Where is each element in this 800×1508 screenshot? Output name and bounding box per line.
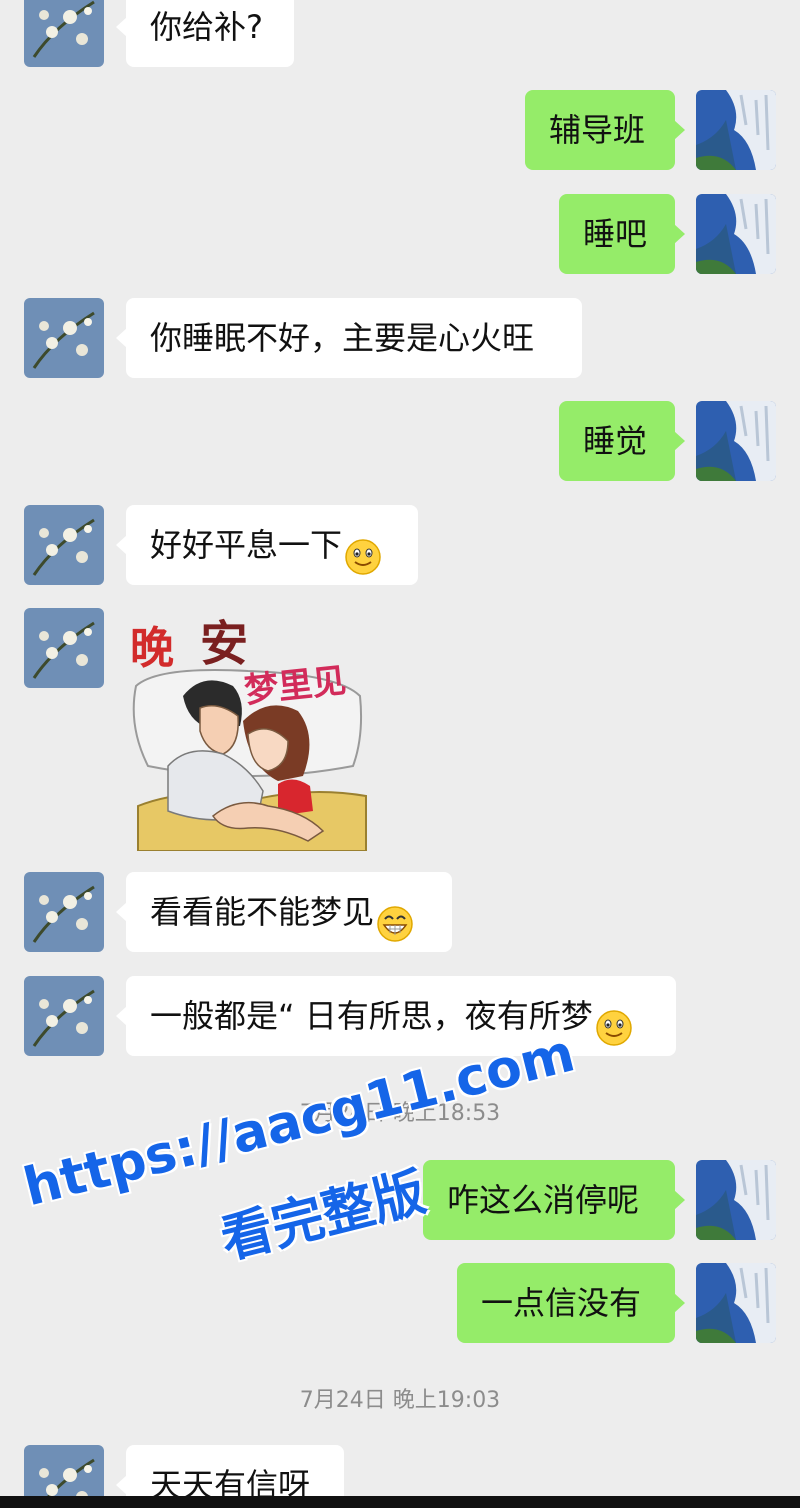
message-bubble[interactable]: 好好平息一下 [116,505,418,585]
contact-avatar[interactable] [24,0,104,67]
self-avatar[interactable] [696,1263,776,1343]
timestamp: 7月24日 晚上19:03 [299,1388,501,1413]
message-bubble[interactable]: 睡觉 [559,401,685,481]
message-text: 辅导班 [549,111,646,149]
contact-avatar[interactable] [24,608,104,688]
message-bubble[interactable]: 你给补? [116,0,294,67]
message-row: 好好平息一下 [0,505,800,585]
message-text: 睡觉 [583,422,648,460]
message-text: 睡吧 [583,215,648,253]
message-bubble[interactable]: 咋这么消停呢 [423,1160,685,1240]
message-bubble[interactable]: 你睡眠不好，主要是心火旺 [116,298,582,378]
message-text: 你给补? [150,8,263,46]
contact-avatar[interactable] [24,505,104,585]
smile-emoji-icon [344,525,382,575]
message-text: 一点信没有 [481,1284,642,1322]
message-row: 晚 安 梦里见 [0,608,800,853]
message-text: 咋这么消停呢 [447,1181,640,1219]
message-row: 睡吧 [0,194,800,274]
self-avatar[interactable] [696,90,776,170]
message-bubble[interactable]: 辅导班 [525,90,685,170]
message-text: 看看能不能梦见 [150,893,375,931]
message-row: 睡觉 [0,401,800,481]
self-avatar[interactable] [696,1160,776,1240]
good-night-sticker[interactable]: 晚 安 梦里见 [128,616,368,852]
message-row: 辅导班 [0,90,800,170]
message-bubble[interactable]: 天天有信呀 [116,1445,344,1496]
contact-avatar[interactable] [24,976,104,1056]
message-bubble[interactable]: 看看能不能梦见 [116,872,452,952]
message-row: 天天有信呀 [0,1445,800,1496]
smile-emoji-icon [595,996,633,1046]
message-row: 你睡眠不好，主要是心火旺 [0,298,800,378]
message-row: 一般都是“ 日有所思，夜有所梦 [0,976,800,1056]
message-row: 一点信没有 [0,1263,800,1343]
message-row: 看看能不能梦见 [0,872,800,952]
message-text: 天天有信呀 [150,1466,311,1496]
contact-avatar[interactable] [24,1445,104,1496]
message-row: 你给补? [0,0,800,67]
message-bubble[interactable]: 睡吧 [559,194,685,274]
message-text: 你睡眠不好，主要是心火旺 [150,319,535,357]
message-text: 一般都是“ 日有所思，夜有所梦 [150,997,593,1035]
contact-avatar[interactable] [24,298,104,378]
sticker-title-char-1: 晚 [130,623,174,674]
message-bubble[interactable]: 一点信没有 [457,1263,685,1343]
grin-emoji-icon [376,892,414,942]
self-avatar[interactable] [696,401,776,481]
self-avatar[interactable] [696,194,776,274]
message-bubble[interactable]: 一般都是“ 日有所思，夜有所梦 [116,976,676,1056]
contact-avatar[interactable] [24,872,104,952]
bottom-edge [0,1496,800,1508]
message-text: 好好平息一下 [150,526,343,564]
